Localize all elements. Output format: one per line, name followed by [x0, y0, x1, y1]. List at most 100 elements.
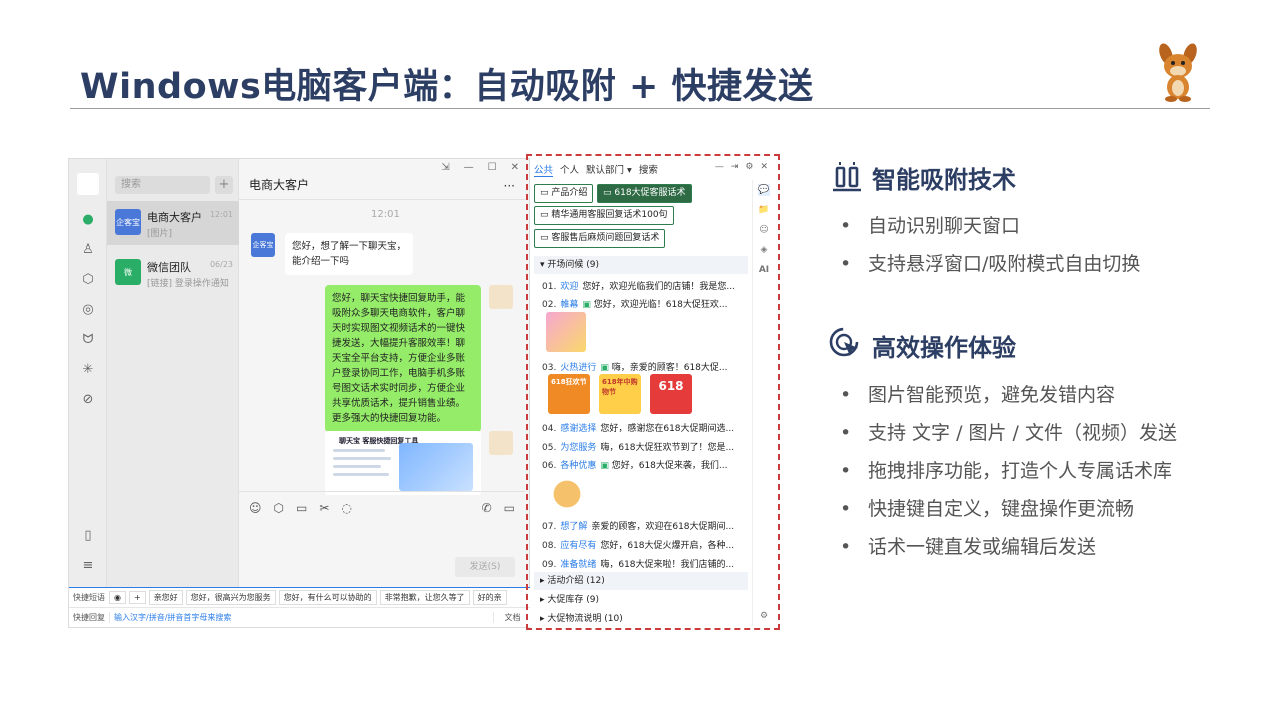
user-avatar[interactable] [77, 173, 99, 195]
bullet-dot-icon: • [840, 460, 852, 482]
row-key: 准备就绪 [560, 560, 597, 570]
tab-search[interactable]: 搜索 [639, 162, 658, 177]
input-toolbar-divider [239, 491, 525, 492]
chat-icon[interactable]: ● [78, 209, 98, 229]
scissors-icon[interactable]: ✂ [319, 501, 329, 515]
tab-public[interactable]: 公共 [534, 162, 554, 177]
reply-row[interactable]: 01. 欢迎 您好，欢迎光临我们的店铺！我是您... [542, 279, 748, 292]
phone-call-icon[interactable]: ✆ [482, 501, 492, 515]
quick-reply-search-input[interactable]: 输入汉字/拼音/拼音首字母来搜索 [109, 612, 493, 623]
image-thumbnail[interactable]: 618狂欢节 [548, 374, 590, 414]
quick-chip[interactable]: 非常抱歉，让您久等了 [379, 590, 470, 605]
group-header-open[interactable]: ▾ 开场问候 (9) [534, 256, 748, 274]
emoji-icon[interactable]: ☺ [758, 224, 770, 236]
eye-icon[interactable]: ◉ [109, 591, 126, 604]
row-key: 帷幕 [560, 300, 579, 310]
video-call-icon[interactable]: ▭ [504, 501, 515, 515]
menu-icon[interactable]: ≡ [78, 555, 98, 575]
conversation-item[interactable]: 微 微信团队 06/23 [链接] 登录操作通知 [107, 251, 239, 295]
group-label: 大促库存 (9) [547, 595, 600, 605]
box-icon[interactable]: ⬡ [274, 501, 284, 515]
contacts-icon[interactable]: ♙ [78, 239, 98, 259]
settings-icon[interactable]: ⚙ [745, 162, 753, 172]
quick-chip[interactable]: 好的亲 [472, 590, 507, 605]
spark-icon[interactable]: ✳ [78, 359, 98, 379]
quick-chip[interactable]: 您好，有什么可以协助的 [278, 590, 377, 605]
conversation-name: 微信团队 [147, 261, 191, 274]
reply-row[interactable]: 03. 火热进行 ▣ 嗨，亲爱的顾客！618大促... [542, 360, 748, 373]
group-header[interactable]: ▸ 大促库存 (9) [534, 591, 748, 609]
chat-bubble-icon[interactable]: 💬 [758, 184, 770, 196]
image-thumbnail[interactable] [546, 312, 586, 352]
image-thumbnail[interactable]: 618年中购物节 [599, 374, 641, 414]
minimize-icon[interactable]: — [715, 162, 724, 172]
minimize-icon[interactable]: — [464, 162, 474, 173]
close-icon[interactable]: ✕ [511, 162, 519, 173]
image-text-line [333, 449, 385, 452]
emoji-icon[interactable]: ☺ [249, 501, 262, 515]
reply-row[interactable]: 07. 想了解 亲爱的顾客，欢迎在618大促期间... [542, 519, 748, 532]
add-button[interactable]: + [215, 176, 233, 194]
group-label: 活动介绍 (12) [547, 576, 605, 586]
ai-icon[interactable]: AI [758, 264, 770, 276]
link-icon[interactable]: ⊘ [78, 389, 98, 409]
mascot-avatar-icon [489, 431, 513, 455]
conversation-preview: [链接] 登录操作通知 [147, 279, 229, 289]
add-phrase-icon[interactable]: + [128, 591, 146, 604]
quick-reply-panel: 公共 个人 默认部门 ▾ 搜索 — ⇥ ⚙ ✕ ▭ 产品介绍 ▭ 618大促客服… [530, 158, 774, 626]
pin-icon[interactable]: ⇲ [441, 162, 449, 173]
quick-chip[interactable]: 您好，很高兴为您服务 [185, 590, 276, 605]
phone-icon[interactable]: ▯ [78, 525, 98, 545]
close-icon[interactable]: ✕ [760, 162, 768, 172]
row-text: 您好，感谢您在618大促期间选... [600, 424, 735, 434]
conversation-item[interactable]: 企客宝 电商大客户 12:01 [图片] [107, 201, 239, 245]
folder-icon[interactable]: 📁 [758, 204, 770, 216]
row-text: 您好，欢迎光临我们的店铺！我是您... [582, 282, 735, 292]
more-icon[interactable]: ··· [504, 179, 515, 193]
tab-personal[interactable]: 个人 [560, 162, 579, 177]
reply-row[interactable]: 05. 为您服务 嗨，618大促狂欢节到了！您是... [542, 440, 748, 453]
attach-icon[interactable]: ⇥ [731, 162, 739, 172]
row-number: 04. [542, 424, 557, 434]
reply-row[interactable]: 06. 各种优惠 ▣ 您好，618大促来袭，我们... [542, 458, 748, 471]
image-thumbnail[interactable]: 618 [650, 374, 692, 414]
reply-row[interactable]: 08. 应有尽有 您好，618大促火爆开启，各种... [542, 538, 748, 551]
row-key: 应有尽有 [560, 541, 597, 551]
image-message[interactable]: 聊天宝 客服快捷回复工具 [325, 431, 481, 495]
box-icon[interactable]: ⬡ [78, 269, 98, 289]
maximize-icon[interactable]: ☐ [488, 162, 497, 173]
sticker-thumbnail[interactable] [548, 472, 586, 512]
chat-pane: ⇲ — ☐ ✕ 电商大客户 ··· 12:01 企客宝 您好，想了解一下聊天宝，… [239, 159, 525, 587]
settings-icon[interactable]: ⚙ [758, 610, 770, 622]
tab-department[interactable]: 默认部门 ▾ [586, 162, 632, 177]
folder-icon[interactable]: ▭ [296, 501, 307, 515]
incoming-message: 您好，想了解一下聊天宝，能介绍一下吗 [285, 233, 413, 275]
image-icon: ▣ [582, 300, 594, 310]
mascot-avatar-icon [489, 285, 513, 309]
search-input[interactable]: 搜索 [115, 176, 210, 194]
reply-row[interactable]: 04. 感谢选择 您好，感谢您在618大促期间选... [542, 421, 748, 434]
reply-row[interactable]: 02. 帷幕 ▣ 您好，欢迎光临！618大促狂欢... [542, 297, 748, 310]
row-number: 05. [542, 443, 557, 453]
reply-row[interactable]: 09. 准备就绪 嗨，618大促来啦！我们店铺的... [542, 557, 748, 570]
group-header[interactable]: ▸ 活动介绍 (12) [534, 572, 748, 590]
folder-chip-selected[interactable]: ▭ 618大促客服话术 [597, 184, 692, 203]
folder-chip[interactable]: ▭ 客服售后麻烦问题回复话术 [534, 229, 666, 248]
group-header[interactable]: ▸ 大促物流说明 (10) [534, 610, 748, 626]
bullet-text: 支持悬浮窗口/吸附模式自由切换 [868, 253, 1141, 275]
chat-client-window: ● ♙ ⬡ ◎ ᗢ ✳ ⊘ ▯ ≡ 搜索 + 企客宝 电商大客户 12:01 [… [68, 158, 531, 628]
folder-chip[interactable]: ▭ 精华通用客服回复话术100句 [534, 206, 674, 225]
folder-chip[interactable]: ▭ 产品介绍 [534, 184, 594, 203]
call-toolbar: ✆ ▭ [482, 501, 515, 515]
send-button[interactable]: 发送(S) [455, 557, 515, 577]
bullet-dot-icon: • [840, 422, 852, 444]
avatar: 企客宝 [251, 233, 275, 257]
layers-icon[interactable]: ◈ [758, 244, 770, 256]
quick-chip[interactable]: 亲您好 [148, 590, 183, 605]
bullet-dot-icon: • [840, 384, 852, 406]
row-number: 03. [542, 363, 557, 373]
butterfly-icon[interactable]: ᗢ [78, 329, 98, 349]
bullet-text: 自动识别聊天窗口 [868, 215, 1021, 237]
aperture-icon[interactable]: ◎ [78, 299, 98, 319]
comment-icon[interactable]: ◌ [341, 501, 351, 515]
